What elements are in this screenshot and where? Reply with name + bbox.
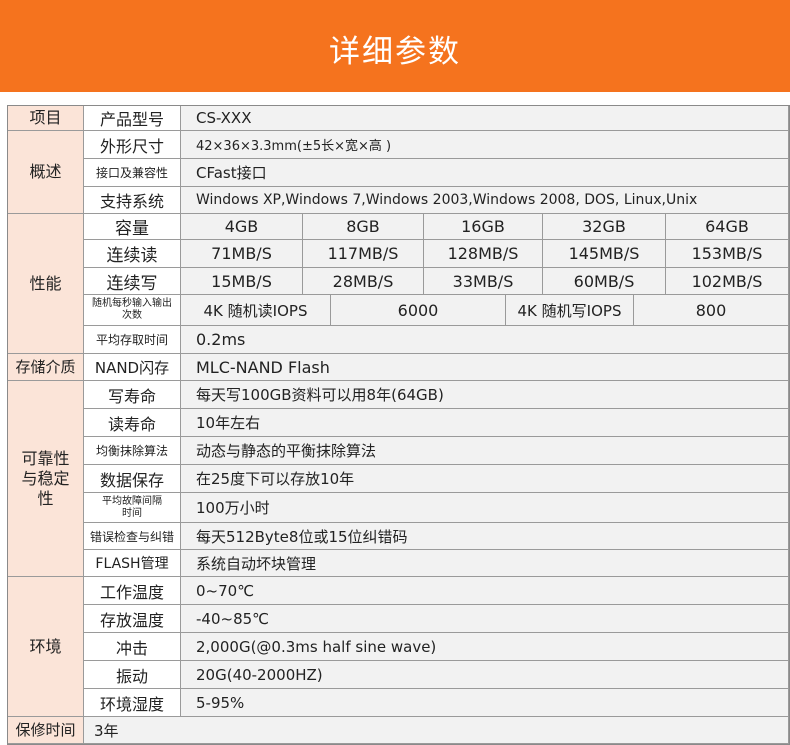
write-cell: 28MB/S xyxy=(303,268,424,295)
write-cell: 33MB/S xyxy=(424,268,543,295)
capacity-cell: 16GB xyxy=(424,214,543,240)
value-warranty: 3年 xyxy=(84,717,789,744)
write-cell: 60MB/S xyxy=(543,268,666,295)
category-overview: 概述 xyxy=(8,131,84,214)
label-iops: 随机每秒输入输出次数 xyxy=(84,295,181,326)
value-humidity: 5-95% xyxy=(181,689,789,717)
label-access-time: 平均存取时间 xyxy=(84,326,181,354)
value-os: Windows XP,Windows 7,Windows 2003,Window… xyxy=(181,187,789,214)
label-ecc: 错误检查与纠错 xyxy=(84,523,181,550)
value-nand: MLC-NAND Flash xyxy=(181,354,789,381)
category-warranty: 保修时间 xyxy=(8,717,84,744)
label-store-temp: 存放温度 xyxy=(84,605,181,633)
capacity-cell: 4GB xyxy=(181,214,303,240)
label-seq-write: 连续写 xyxy=(84,268,181,295)
header-banner: 详细参数 xyxy=(0,0,790,92)
capacity-cell: 32GB xyxy=(543,214,666,240)
label-capacity: 容量 xyxy=(84,214,181,240)
label-iops-read: 4K 随机读IOPS xyxy=(181,295,331,326)
label-mtbf: 平均故障间隔时间 xyxy=(84,493,181,523)
category-performance: 性能 xyxy=(8,214,84,354)
read-cell: 117MB/S xyxy=(303,240,424,268)
capacity-cell: 8GB xyxy=(303,214,424,240)
value-iops-write: 800 xyxy=(634,295,789,326)
label-shock: 冲击 xyxy=(84,633,181,661)
value-retention: 在25度下可以存放10年 xyxy=(181,465,789,493)
value-shock: 2,000G(@0.3ms half sine wave) xyxy=(181,633,789,661)
value-store-temp: -40~85℃ xyxy=(181,605,789,633)
value-wear-leveling: 动态与静态的平衡抹除算法 xyxy=(181,437,789,465)
label-read-life: 读寿命 xyxy=(84,409,181,437)
value-mtbf: 100万小时 xyxy=(181,493,789,523)
label-flash-mgmt: FLASH管理 xyxy=(84,550,181,577)
value-model: CS-XXX xyxy=(181,106,789,131)
label-wear-leveling: 均衡抹除算法 xyxy=(84,437,181,465)
label-seq-read: 连续读 xyxy=(84,240,181,268)
label-interface: 接口及兼容性 xyxy=(84,159,181,187)
label-humidity: 环境湿度 xyxy=(84,689,181,717)
value-write-life: 每天写100GB资料可以用8年(64GB) xyxy=(181,381,789,409)
value-flash-mgmt: 系统自动坏块管理 xyxy=(181,550,789,577)
read-cell: 71MB/S xyxy=(181,240,303,268)
value-interface: CFast接口 xyxy=(181,159,789,187)
value-iops-read: 6000 xyxy=(331,295,506,326)
read-cell: 128MB/S xyxy=(424,240,543,268)
label-nand: NAND闪存 xyxy=(84,354,181,381)
category-item: 项目 xyxy=(8,106,84,131)
page-title: 详细参数 xyxy=(329,34,461,70)
write-cell: 15MB/S xyxy=(181,268,303,295)
write-cell: 102MB/S xyxy=(666,268,789,295)
value-size: 42×36×3.3mm(±5长×宽×高 ) xyxy=(181,131,789,159)
category-environment: 环境 xyxy=(8,577,84,717)
read-cell: 153MB/S xyxy=(666,240,789,268)
value-read-life: 10年左右 xyxy=(181,409,789,437)
label-size: 外形尺寸 xyxy=(84,131,181,159)
label-model: 产品型号 xyxy=(84,106,181,131)
read-cell: 145MB/S xyxy=(543,240,666,268)
label-vibration: 振动 xyxy=(84,661,181,689)
label-os: 支持系统 xyxy=(84,187,181,214)
category-media: 存储介质 xyxy=(8,354,84,381)
label-work-temp: 工作温度 xyxy=(84,577,181,605)
category-reliability: 可靠性与稳定性 xyxy=(8,381,84,577)
value-work-temp: 0~70℃ xyxy=(181,577,789,605)
value-vibration: 20G(40-2000HZ) xyxy=(181,661,789,689)
label-iops-write: 4K 随机写IOPS xyxy=(506,295,634,326)
label-write-life: 写寿命 xyxy=(84,381,181,409)
value-access-time: 0.2ms xyxy=(181,326,789,354)
spec-table: 项目 产品型号 CS-XXX 概述 外形尺寸 42×36×3.3mm(±5长×宽… xyxy=(7,105,790,745)
value-ecc: 每天512Byte8位或15位纠错码 xyxy=(181,523,789,550)
label-retention: 数据保存 xyxy=(84,465,181,493)
capacity-cell: 64GB xyxy=(666,214,789,240)
